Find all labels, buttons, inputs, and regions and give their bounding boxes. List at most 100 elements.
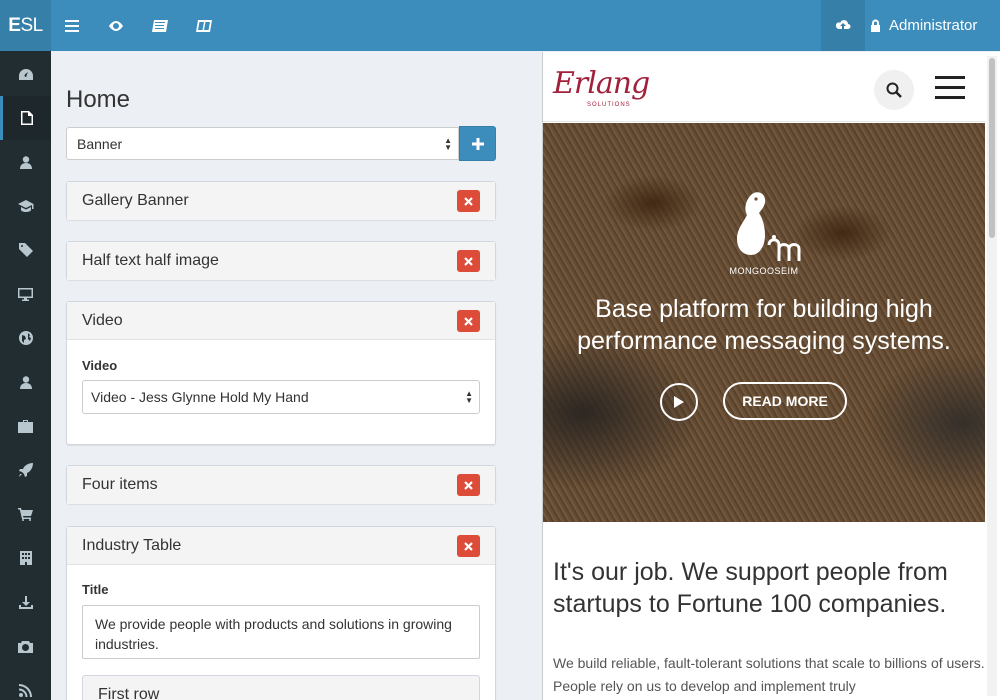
sidebar-item-pages[interactable] [0, 96, 51, 140]
page-preview: Erlang SOLUTIONS MONGOOSEIM Base platfor… [542, 52, 1000, 700]
sidebar-item-users[interactable] [0, 360, 51, 404]
sidebar-item-jobs[interactable] [0, 404, 51, 448]
dashboard-icon [18, 68, 33, 80]
block-title: Gallery Banner [82, 192, 189, 209]
preview-search-button[interactable] [874, 70, 914, 110]
sidebar-item-dashboard[interactable] [0, 52, 51, 96]
close-icon [464, 480, 473, 490]
close-icon [464, 256, 473, 266]
block-title: Half text half image [82, 252, 219, 269]
erlang-logo-sub: SOLUTIONS [587, 102, 631, 108]
app-logo[interactable]: E SL [0, 0, 51, 51]
block-gallery-banner: Gallery Banner [66, 181, 496, 220]
hamburger-icon-line [935, 86, 965, 89]
sidebar-item-people[interactable] [0, 140, 51, 184]
close-icon [464, 196, 473, 206]
user-name: Administrator [889, 17, 978, 34]
mongooseim-label: MONGOOSEIM [729, 266, 799, 276]
user-icon [19, 375, 32, 389]
hamburger-icon [65, 19, 79, 32]
list-icon [152, 19, 168, 32]
block-title: Four items [82, 476, 158, 493]
tag-icon [18, 243, 33, 257]
title-field-label: Title [82, 582, 109, 597]
read-more-button[interactable]: READ MORE [723, 382, 847, 420]
erlang-logo[interactable]: Erlang SOLUTIONS [553, 66, 650, 108]
preview-header: Erlang SOLUTIONS [543, 52, 985, 122]
block-header: Half text half image [67, 242, 495, 280]
play-video-button[interactable] [660, 383, 698, 421]
close-icon [464, 316, 473, 326]
cloud-upload-icon [835, 20, 851, 29]
logo-bold-letter: E [8, 14, 21, 36]
sidebar-item-buildings[interactable] [0, 536, 51, 580]
sidebar-item-media[interactable] [0, 624, 51, 668]
list-view-button[interactable] [138, 0, 182, 51]
preview-body-text: We build reliable, fault-tolerant soluti… [553, 655, 985, 694]
play-icon [674, 396, 684, 408]
search-icon [886, 82, 902, 98]
page-title: Home [66, 86, 131, 113]
video-select-value: Video - Jess Glynne Hold My Hand [91, 389, 309, 405]
sidebar-item-training[interactable] [0, 184, 51, 228]
select-arrows-icon: ▲ ▼ [465, 389, 473, 405]
hamburger-icon-line [935, 96, 965, 99]
delete-block-button[interactable] [457, 535, 480, 557]
delete-block-button[interactable] [457, 190, 480, 212]
block-type-select[interactable]: Banner ▲ ▼ [66, 127, 459, 160]
hero-carousel: MONGOOSEIM Base platform for building hi… [543, 123, 985, 522]
delete-block-button[interactable] [457, 250, 480, 272]
block-title: Industry Table [82, 537, 182, 554]
video-select[interactable]: Video - Jess Glynne Hold My Hand ▲ ▼ [82, 380, 480, 414]
graduation-cap-icon [17, 200, 33, 212]
preview-scrollbar-thumb[interactable] [989, 58, 995, 238]
globe-icon [18, 331, 33, 345]
desktop-icon [18, 287, 33, 301]
video-field-label: Video [82, 358, 118, 373]
sub-block-title: First row [98, 686, 160, 700]
sidebar-item-desktop[interactable] [0, 272, 51, 316]
plus-icon [471, 137, 484, 150]
block-four-items: Four items [66, 465, 496, 504]
block-type-value: Banner [77, 136, 123, 152]
title-textarea[interactable]: We provide people with products and solu… [82, 605, 480, 659]
hamburger-icon-line [935, 76, 965, 79]
menu-toggle-button[interactable] [50, 0, 94, 51]
user-menu[interactable]: Administrator [870, 0, 977, 51]
top-navbar: E SL Administrator [0, 0, 1000, 51]
user-icon [19, 155, 32, 169]
delete-block-button[interactable] [457, 474, 480, 496]
file-icon [21, 111, 33, 125]
sub-block-first-row: First row [82, 675, 480, 700]
block-header: Video [67, 302, 495, 340]
cart-icon [18, 507, 33, 521]
rss-icon [19, 683, 32, 697]
hero-headline: Base platform for building high performa… [577, 295, 951, 355]
close-icon [464, 541, 473, 551]
preview-heading: It's our job. We support people from sta… [553, 558, 948, 618]
sidebar-item-feeds[interactable] [0, 668, 51, 700]
split-view-button[interactable] [182, 0, 226, 51]
sidebar-item-launch[interactable] [0, 448, 51, 492]
briefcase-icon [18, 419, 33, 433]
block-industry-table: Industry Table Title We provide people w… [66, 526, 496, 700]
publish-button[interactable] [821, 0, 865, 51]
block-header: Four items [67, 466, 495, 504]
lock-user-icon [871, 19, 880, 32]
eye-icon [109, 20, 123, 31]
sidebar-item-globe[interactable] [0, 316, 51, 360]
building-icon [19, 551, 32, 565]
preview-menu-button[interactable] [935, 76, 965, 106]
sidebar [0, 51, 51, 700]
logo-text: SL [20, 14, 43, 36]
delete-block-button[interactable] [457, 310, 480, 332]
sidebar-item-shop[interactable] [0, 492, 51, 536]
sidebar-item-downloads[interactable] [0, 580, 51, 624]
block-half-text-half-image: Half text half image [66, 241, 496, 280]
columns-icon [196, 19, 212, 32]
preview-toggle-button[interactable] [94, 0, 138, 51]
camera-icon [18, 640, 33, 653]
sidebar-item-tags[interactable] [0, 228, 51, 272]
add-block-button[interactable] [459, 126, 496, 161]
download-icon [18, 595, 33, 609]
